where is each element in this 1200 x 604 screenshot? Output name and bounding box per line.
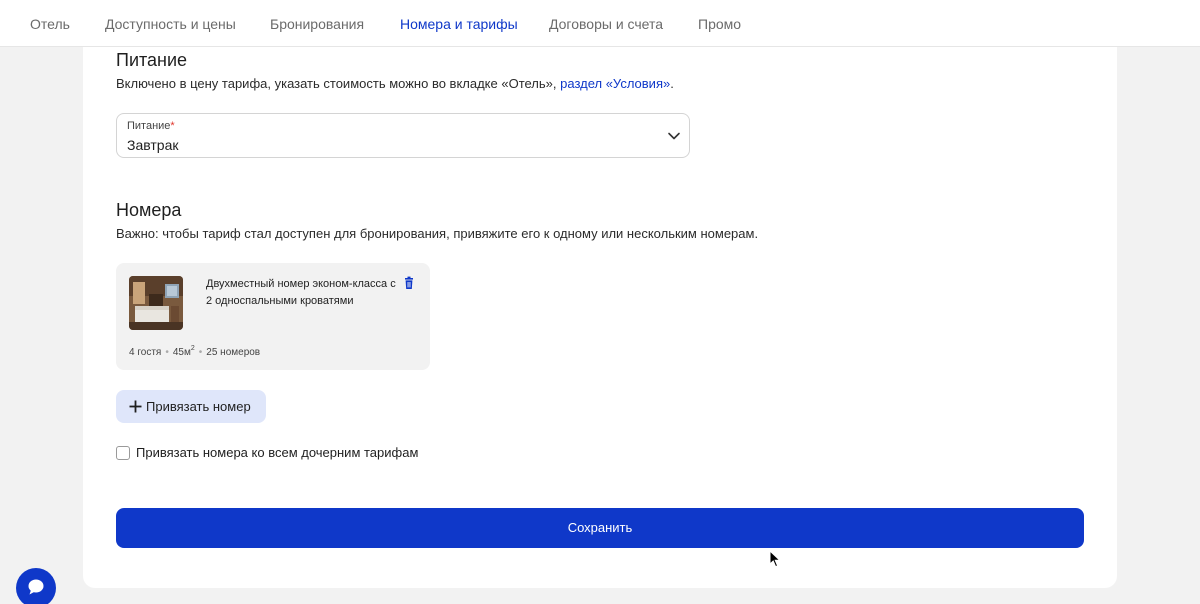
rooms-section-description: Важно: чтобы тариф стал доступен для бро…	[116, 226, 759, 241]
tab-bookings[interactable]: Бронирования	[270, 15, 364, 33]
save-button-label: Сохранить	[567, 520, 633, 535]
trash-icon[interactable]	[402, 276, 416, 290]
room-name: Двухместный номер эконом-класса с 2 одно…	[206, 278, 396, 307]
attach-room-button[interactable]: Привязать номер	[116, 390, 266, 423]
tab-contracts-invoices[interactable]: Договоры и счета	[549, 15, 663, 33]
attach-room-label: Привязать номер	[146, 399, 251, 414]
tab-hotel[interactable]: Отель	[30, 15, 70, 33]
meal-section-description: Включено в цену тарифа, указать стоимост…	[116, 76, 674, 91]
room-area: 45м2	[172, 345, 195, 358]
meal-select[interactable]: Питание* Завтрак	[116, 113, 690, 158]
room-card: Двухместный номер эконом-класса с 2 одно…	[116, 263, 430, 370]
tab-availability-prices[interactable]: Доступность и цены	[105, 15, 236, 33]
save-button[interactable]: Сохранить	[116, 508, 1084, 548]
chat-icon	[28, 579, 44, 595]
meal-select-value: Завтрак	[127, 137, 179, 153]
support-chat-button[interactable]	[16, 568, 56, 604]
room-meta: 4 гостя • 45м2 • 25 номеров	[129, 345, 261, 358]
room-guests: 4 гостя	[129, 347, 162, 358]
top-nav: Отель Доступность и цены Бронирования Но…	[0, 0, 1200, 47]
required-mark: *	[170, 120, 175, 132]
attach-all-child-rates-label[interactable]: Привязать номера ко всем дочерним тарифа…	[136, 444, 418, 461]
meal-select-label: Питание*	[127, 120, 175, 132]
tab-rooms-rates[interactable]: Номера и тарифы	[400, 15, 518, 33]
room-photo	[129, 276, 183, 330]
meal-section-title: Питание	[116, 50, 188, 70]
room-count: 25 номеров	[206, 347, 261, 358]
plus-icon	[129, 400, 142, 413]
rooms-section-title: Номера	[116, 200, 182, 220]
conditions-link[interactable]: раздел «Условия»	[560, 76, 670, 91]
attach-all-child-rates-checkbox[interactable]	[116, 446, 130, 460]
chevron-down-icon	[668, 132, 680, 140]
tab-promo[interactable]: Промо	[698, 15, 741, 33]
